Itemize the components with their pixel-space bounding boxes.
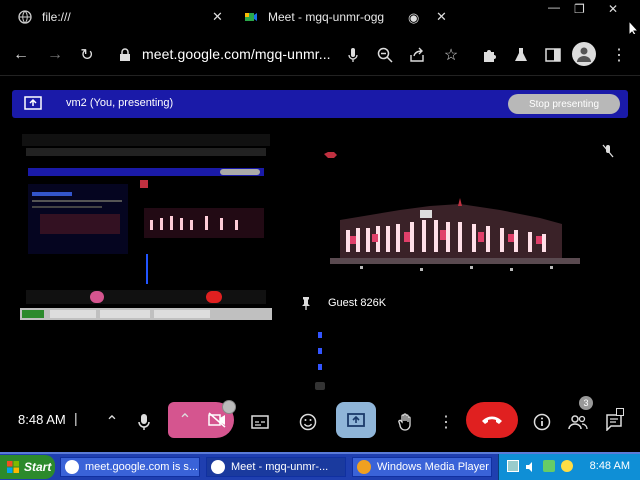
- leave-call-button[interactable]: [466, 402, 518, 438]
- windows-taskbar: Start meet.google.com is s... Meet - mgq…: [0, 452, 640, 480]
- profile-avatar-icon[interactable]: [572, 42, 596, 66]
- volume-icon[interactable]: [525, 460, 537, 472]
- present-now-button[interactable]: [336, 402, 376, 438]
- emoji-button[interactable]: [288, 404, 328, 440]
- minimize-icon[interactable]: —: [548, 0, 560, 14]
- system-tray: 8:48 AM: [498, 454, 640, 480]
- microphone-button[interactable]: [126, 404, 162, 440]
- close-window-icon[interactable]: ✕: [608, 2, 618, 16]
- presenting-label: vm2 (You, presenting): [66, 97, 174, 109]
- presenting-banner: vm2 (You, presenting) Stop presenting: [12, 90, 628, 118]
- browser-toolbar: ← → ↻ meet.google.com/mgq-unmr... ☆ ⋮: [0, 34, 640, 76]
- meeting-controls: 8:48 AM | ⌃ ⌃ ⋮ 3: [0, 396, 640, 448]
- forward-icon[interactable]: →: [44, 44, 66, 66]
- tab-title: Meet - mgq-unmr-ogg: [268, 10, 385, 24]
- close-tab-icon[interactable]: ✕: [436, 9, 447, 25]
- captions-button[interactable]: [240, 404, 280, 440]
- microphone-icon[interactable]: [342, 44, 364, 66]
- taskbar-item-meet-sharing[interactable]: meet.google.com is s...: [60, 457, 200, 477]
- chevron-up-icon[interactable]: ⌃: [94, 404, 130, 440]
- lock-icon[interactable]: [114, 44, 136, 66]
- browser-tab-bar: file:/// ✕ Meet - mgq-unmr-ogg ◉ ✕ — ❐ ✕: [0, 0, 640, 38]
- people-button[interactable]: [558, 404, 598, 440]
- zoom-icon[interactable]: [374, 44, 396, 66]
- start-label: Start: [24, 460, 52, 474]
- chat-button[interactable]: [594, 404, 634, 440]
- side-panel-icon[interactable]: [542, 44, 564, 66]
- globe-icon: [18, 10, 32, 24]
- share-icon[interactable]: [406, 44, 428, 66]
- screen-share-preview: [20, 130, 272, 320]
- tab-title: file:///: [42, 10, 71, 24]
- taskbar-item-label: Windows Media Player: [377, 461, 489, 473]
- muted-mic-icon: [602, 144, 614, 163]
- pin-icon[interactable]: [300, 296, 312, 315]
- windows-logo-icon: [7, 461, 19, 473]
- taskbar-item-media-player[interactable]: Windows Media Player: [352, 457, 492, 477]
- recording-icon: ◉: [408, 10, 420, 25]
- menu-kebab-icon[interactable]: ⋮: [608, 44, 630, 66]
- tray-app-icon[interactable]: [543, 460, 555, 472]
- bookmark-star-icon[interactable]: ☆: [440, 44, 462, 66]
- chat-notification-icon: [616, 408, 624, 416]
- stop-presenting-button[interactable]: Stop presenting: [508, 94, 620, 114]
- reload-icon[interactable]: ↻: [76, 44, 98, 66]
- address-bar[interactable]: meet.google.com/mgq-unmr...: [142, 46, 331, 62]
- audio-level-indicator: [315, 332, 325, 390]
- divider: |: [74, 410, 78, 426]
- chrome-icon: [65, 460, 79, 474]
- present-screen-icon: [24, 96, 42, 115]
- network-icon[interactable]: [507, 460, 519, 472]
- taskbar-item-meet[interactable]: Meet - mgq-unmr-...: [206, 457, 346, 477]
- participant-name: Guest 826K: [328, 297, 387, 309]
- more-options-icon[interactable]: ⋮: [426, 404, 466, 440]
- tab-meet[interactable]: Meet - mgq-unmr-ogg ◉ ✕: [244, 4, 450, 30]
- media-player-icon: [357, 460, 371, 474]
- chrome-icon: [211, 460, 225, 474]
- back-icon[interactable]: ←: [10, 44, 32, 66]
- close-tab-icon[interactable]: ✕: [212, 9, 223, 25]
- raise-hand-button[interactable]: [386, 404, 426, 440]
- restore-icon[interactable]: ❐: [574, 2, 585, 16]
- meet-icon: [244, 10, 258, 24]
- security-icon[interactable]: [561, 460, 573, 472]
- participants-count-badge: 3: [579, 396, 593, 410]
- badge-indicator: [222, 400, 236, 414]
- camera-options-icon[interactable]: ⌃: [168, 402, 202, 438]
- taskbar-item-label: meet.google.com is s...: [85, 461, 199, 473]
- meeting-info-icon[interactable]: [522, 404, 562, 440]
- extensions-icon[interactable]: [478, 44, 500, 66]
- taskbar-clock: 8:48 AM: [589, 460, 630, 472]
- taskbar-item-label: Meet - mgq-unmr-...: [231, 461, 329, 473]
- labs-flask-icon[interactable]: [510, 44, 532, 66]
- start-button[interactable]: Start: [0, 455, 55, 479]
- meeting-time: 8:48 AM: [18, 412, 66, 427]
- tab-file[interactable]: file:/// ✕: [18, 4, 230, 30]
